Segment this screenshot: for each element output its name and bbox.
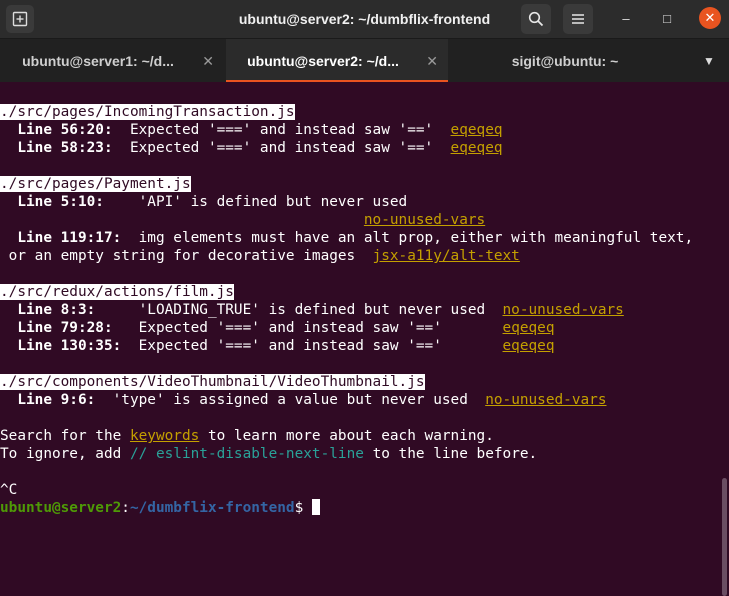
text-cursor bbox=[311, 499, 320, 515]
tab-bar: ubuntu@server1: ~/d... ✕ ubuntu@server2:… bbox=[0, 38, 729, 83]
footer-text: To ignore, add bbox=[0, 446, 130, 462]
footer-line: To ignore, add // eslint-disable-next-li… bbox=[0, 445, 537, 463]
tab-close-icon[interactable]: ✕ bbox=[202, 39, 214, 83]
line-location: Line 58:23: bbox=[0, 140, 113, 156]
warning-line: Line 58:23: Expected '===' and instead s… bbox=[0, 139, 503, 157]
prompt-separator: : bbox=[121, 500, 130, 516]
ctrl-c-line: ^C bbox=[0, 482, 18, 498]
file-path-line: ./src/pages/Payment.js bbox=[0, 175, 191, 193]
file-path: ./src/pages/Payment.js bbox=[0, 176, 191, 192]
tab-server2[interactable]: ubuntu@server2: ~/d... ✕ bbox=[226, 39, 448, 83]
rule-link[interactable]: no-unused-vars bbox=[485, 392, 606, 408]
tab-server1[interactable]: ubuntu@server1: ~/d... ✕ bbox=[0, 39, 224, 83]
search-button[interactable] bbox=[521, 4, 551, 34]
tab-sigit[interactable]: sigit@ubuntu: ~ bbox=[450, 39, 680, 83]
scrollbar[interactable] bbox=[722, 478, 727, 596]
rule-link[interactable]: jsx-a11y/alt-text bbox=[373, 248, 520, 264]
rule-link[interactable]: eqeqeq bbox=[451, 122, 503, 138]
title-bar: ubuntu@server2: ~/dumbflix-frontend – □ … bbox=[0, 0, 729, 38]
footer-text: Search for the bbox=[0, 428, 130, 444]
tab-close-icon[interactable]: ✕ bbox=[426, 39, 438, 83]
warning-message: 'API' is defined but never used bbox=[103, 194, 408, 210]
minimize-button[interactable]: – bbox=[617, 10, 635, 28]
warning-message: img elements must have an alt prop, eith… bbox=[121, 230, 694, 246]
file-path-line: ./src/components/VideoThumbnail/VideoThu… bbox=[0, 373, 425, 391]
eslint-directive: // eslint-disable-next-line bbox=[129, 446, 364, 462]
warning-line: Line 5:10: 'API' is defined but never us… bbox=[0, 193, 407, 211]
file-path-line: ./src/redux/actions/film.js bbox=[0, 283, 234, 301]
terminal-output[interactable]: ./src/pages/IncomingTransaction.js Line … bbox=[0, 82, 729, 596]
warning-line: Line 9:6: 'type' is assigned a value but… bbox=[0, 391, 606, 409]
warning-message: 'LOADING_TRUE' is defined but never used bbox=[95, 302, 503, 318]
file-path: ./src/components/VideoThumbnail/VideoThu… bbox=[0, 374, 425, 390]
file-path: ./src/pages/IncomingTransaction.js bbox=[0, 104, 295, 120]
line-location: Line 119:17: bbox=[0, 230, 122, 246]
tab-label: ubuntu@server1: ~/d... bbox=[22, 53, 174, 69]
line-location: Line 5:10: bbox=[0, 194, 104, 210]
rule-link[interactable]: no-unused-vars bbox=[503, 302, 624, 318]
warning-line: or an empty string for decorative images… bbox=[0, 247, 520, 265]
warning-line: Line 119:17: img elements must have an a… bbox=[0, 229, 693, 247]
footer-line: Search for the keywords to learn more ab… bbox=[0, 427, 494, 445]
close-window-button[interactable]: ✕ bbox=[699, 7, 721, 29]
warning-line: no-unused-vars bbox=[0, 211, 485, 229]
line-location: Line 56:20: bbox=[0, 122, 113, 138]
prompt-symbol: $ bbox=[294, 500, 312, 516]
rule-link[interactable]: eqeqeq bbox=[503, 320, 555, 336]
prompt-path: ~/dumbflix-frontend bbox=[129, 500, 295, 516]
warning-line: Line 130:35: Expected '===' and instead … bbox=[0, 337, 555, 355]
warning-message: Expected '===' and instead saw '==' bbox=[112, 122, 451, 138]
tab-list-dropdown-icon[interactable]: ▼ bbox=[697, 39, 721, 83]
tab-label: sigit@ubuntu: ~ bbox=[511, 53, 619, 69]
footer-text: to the line before. bbox=[363, 446, 538, 462]
rule-link[interactable]: eqeqeq bbox=[503, 338, 555, 354]
menu-button[interactable] bbox=[563, 4, 593, 34]
warning-line: Line 8:3: 'LOADING_TRUE' is defined but … bbox=[0, 301, 624, 319]
tab-label: ubuntu@server2: ~/d... bbox=[247, 53, 399, 69]
line-location: Line 79:28: bbox=[0, 320, 113, 336]
footer-text: to learn more about each warning. bbox=[199, 428, 494, 444]
search-icon bbox=[528, 11, 544, 27]
prompt-line[interactable]: ubuntu@server2:~/dumbflix-frontend$ bbox=[0, 499, 320, 517]
warning-line: Line 56:20: Expected '===' and instead s… bbox=[0, 121, 503, 139]
warning-message: Expected '===' and instead saw '==' bbox=[121, 338, 503, 354]
file-path-line: ./src/pages/IncomingTransaction.js bbox=[0, 103, 295, 121]
line-location: Line 9:6: bbox=[0, 392, 96, 408]
rule-link[interactable]: no-unused-vars bbox=[364, 212, 485, 228]
warning-message: Expected '===' and instead saw '==' bbox=[112, 320, 503, 336]
warning-message: 'type' is assigned a value but never use… bbox=[95, 392, 486, 408]
keywords-link[interactable]: keywords bbox=[130, 428, 199, 444]
line-location: Line 8:3: bbox=[0, 302, 96, 318]
file-path: ./src/redux/actions/film.js bbox=[0, 284, 234, 300]
prompt-user: ubuntu@server2 bbox=[0, 500, 122, 516]
rule-link[interactable]: eqeqeq bbox=[451, 140, 503, 156]
warning-message: Expected '===' and instead saw '==' bbox=[112, 140, 451, 156]
padding bbox=[0, 212, 364, 228]
maximize-button[interactable]: □ bbox=[658, 10, 676, 28]
hamburger-menu-icon bbox=[572, 14, 584, 24]
warning-line: Line 79:28: Expected '===' and instead s… bbox=[0, 319, 555, 337]
warning-message: or an empty string for decorative images bbox=[0, 248, 373, 264]
line-location: Line 130:35: bbox=[0, 338, 122, 354]
